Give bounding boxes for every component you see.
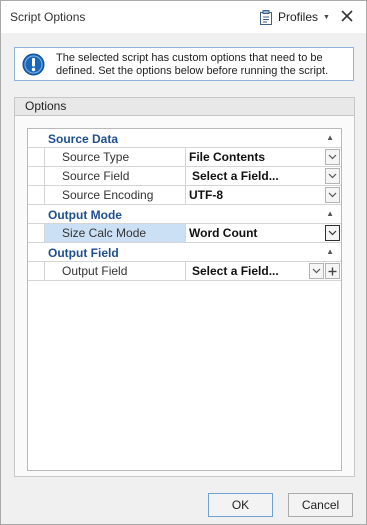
cancel-button[interactable]: Cancel — [288, 493, 353, 517]
options-group: Options Source Data ▲ Source Type File C… — [14, 97, 355, 477]
dropdown-button[interactable] — [309, 263, 324, 279]
property-value[interactable]: File Contents — [186, 148, 341, 166]
category-label: Output Mode — [48, 208, 122, 222]
property-row-source-encoding[interactable]: Source Encoding UTF-8 — [28, 186, 341, 205]
category-source-data[interactable]: Source Data ▲ — [28, 129, 341, 148]
chevron-down-icon — [328, 173, 337, 179]
caret-down-icon: ▼ — [323, 13, 330, 21]
close-icon[interactable] — [339, 8, 355, 24]
property-grid: Source Data ▲ Source Type File Contents … — [27, 128, 342, 471]
property-value[interactable]: Select a Field... — [186, 167, 341, 185]
dropdown-button[interactable] — [325, 225, 340, 241]
property-name: Source Type — [44, 148, 186, 166]
info-icon — [22, 53, 45, 76]
options-group-title: Options — [15, 98, 354, 116]
title-bar: Script Options Profiles ▼ — [1, 1, 366, 33]
dropdown-button[interactable] — [325, 168, 340, 184]
info-banner: The selected script has custom options t… — [14, 47, 354, 81]
info-text: The selected script has custom options t… — [56, 52, 329, 77]
window-title: Script Options — [10, 10, 86, 24]
profiles-button[interactable]: Profiles ▼ — [259, 7, 330, 27]
chevron-down-icon — [328, 192, 337, 198]
profiles-label: Profiles — [278, 10, 319, 24]
property-row-output-field[interactable]: Output Field Select a Field... — [28, 262, 341, 281]
chevron-down-icon — [328, 154, 337, 160]
category-output-field[interactable]: Output Field ▲ — [28, 243, 341, 262]
add-field-button[interactable] — [325, 263, 340, 279]
property-row-source-type[interactable]: Source Type File Contents — [28, 148, 341, 167]
property-value[interactable]: Word Count — [186, 224, 341, 242]
property-row-size-calc-mode[interactable]: Size Calc Mode Word Count — [28, 224, 341, 243]
plus-icon — [328, 267, 337, 275]
chevron-down-icon — [312, 268, 321, 274]
property-name: Source Encoding — [44, 186, 186, 204]
category-output-mode[interactable]: Output Mode ▲ — [28, 205, 341, 224]
script-options-dialog: Script Options Profiles ▼ The selected s… — [0, 0, 367, 525]
chevron-down-icon — [328, 230, 337, 236]
ok-button[interactable]: OK — [208, 493, 273, 517]
collapse-arrow-icon[interactable]: ▲ — [326, 247, 334, 256]
property-name: Source Field — [44, 167, 186, 185]
collapse-arrow-icon[interactable]: ▲ — [326, 133, 334, 142]
category-label: Output Field — [48, 246, 119, 260]
property-row-source-field[interactable]: Source Field Select a Field... — [28, 167, 341, 186]
dropdown-button[interactable] — [325, 149, 340, 165]
property-name: Output Field — [44, 262, 186, 280]
category-label: Source Data — [48, 132, 119, 146]
collapse-arrow-icon[interactable]: ▲ — [326, 209, 334, 218]
clipboard-icon — [260, 9, 272, 25]
property-value[interactable]: UTF-8 — [186, 186, 341, 204]
property-name: Size Calc Mode — [44, 224, 186, 242]
dropdown-button[interactable] — [325, 187, 340, 203]
